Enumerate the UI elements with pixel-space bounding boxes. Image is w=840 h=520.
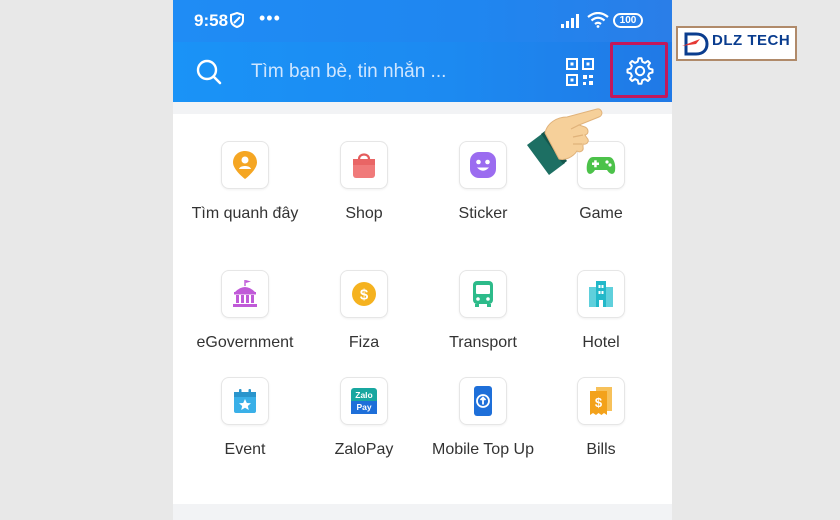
phone-screen: 9:58 ••• 100 Tìm bạn bè, tin nhắn ... Tì… — [173, 0, 672, 520]
dlz-tech-logo: DLZ TECH — [676, 26, 797, 61]
logo-text: DLZ TECH — [712, 32, 791, 49]
gear-icon — [626, 57, 654, 85]
app-item-zalopay[interactable]: Zalo Pay ZaloPay — [304, 377, 424, 461]
mobile-topup-icon — [459, 377, 507, 425]
search-input[interactable] — [251, 59, 541, 85]
app-item-nearby[interactable]: Tìm quanh đây — [185, 141, 305, 225]
app-item-bills[interactable]: $ Bills — [541, 377, 661, 461]
hotel-building-icon — [577, 270, 625, 318]
status-bar: 9:58 ••• 100 — [173, 0, 672, 42]
search-header — [173, 42, 672, 102]
dlz-logo-mark-icon — [682, 31, 710, 62]
app-item-mobile-top-up[interactable]: Mobile Top Up — [423, 377, 543, 461]
app-item-transport[interactable]: Transport — [423, 270, 543, 354]
app-item-fiza[interactable]: $ Fiza — [304, 270, 424, 354]
app-item-shop[interactable]: Shop — [304, 141, 424, 225]
app-item-sticker[interactable]: Sticker — [423, 141, 543, 225]
location-person-icon — [221, 141, 269, 189]
qr-code-icon[interactable] — [565, 57, 595, 87]
coin-dollar-icon: $ — [340, 270, 388, 318]
app-label: Game — [579, 205, 623, 222]
zalopay-icon: Zalo Pay — [340, 377, 388, 425]
zalopay-icon-text-bottom: Pay — [356, 402, 371, 412]
app-label: ZaloPay — [334, 441, 394, 458]
settings-button[interactable] — [610, 42, 668, 98]
app-label: Bills — [586, 441, 616, 458]
app-label: Shop — [345, 205, 383, 222]
wifi-icon — [587, 11, 609, 33]
app-label: eGovernment — [196, 334, 294, 351]
government-building-icon — [221, 270, 269, 318]
app-item-event[interactable]: Event — [185, 377, 305, 461]
bus-icon — [459, 270, 507, 318]
zalopay-icon-text-top: Zalo — [355, 390, 372, 400]
shield-icon — [230, 11, 244, 33]
smiley-sticker-icon — [459, 141, 507, 189]
app-label: Transport — [449, 334, 517, 351]
search-icon[interactable] — [195, 58, 223, 91]
pointing-hand-icon — [527, 103, 609, 196]
app-item-egovernment[interactable]: eGovernment — [185, 270, 305, 354]
svg-text:$: $ — [595, 395, 603, 410]
shopping-bag-icon — [340, 141, 388, 189]
bill-dollar-icon: $ — [577, 377, 625, 425]
app-label: Hotel — [582, 334, 620, 351]
app-label: Tìm quanh đây — [191, 205, 299, 222]
app-label: Event — [224, 441, 266, 458]
app-label: Fiza — [348, 334, 380, 351]
app-item-hotel[interactable]: Hotel — [541, 270, 661, 354]
calendar-star-icon — [221, 377, 269, 425]
battery-indicator: 100 — [613, 13, 643, 28]
app-label: Sticker — [458, 205, 508, 222]
more-notifications-icon: ••• — [259, 8, 281, 28]
svg-text:$: $ — [360, 287, 369, 304]
signal-icon — [561, 14, 581, 33]
app-label: Mobile Top Up — [432, 441, 534, 458]
status-time: 9:58 — [194, 11, 229, 30]
